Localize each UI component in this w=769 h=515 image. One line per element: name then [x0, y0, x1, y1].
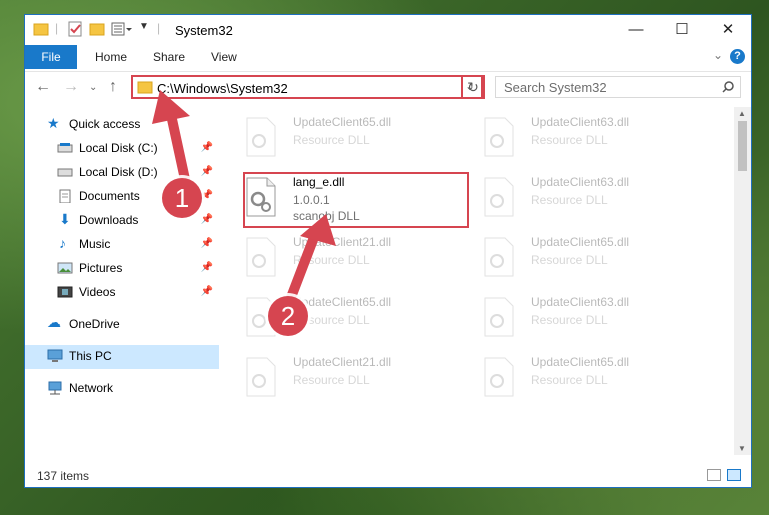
callout-badge-2: 2 — [268, 296, 308, 336]
callout-badge-1: 1 — [162, 178, 202, 218]
callout-arrows — [152, 90, 336, 305]
